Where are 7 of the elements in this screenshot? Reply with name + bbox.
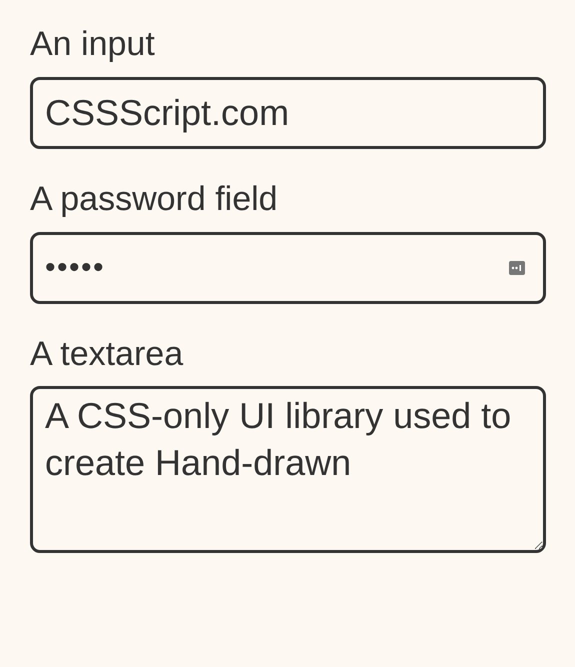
password-key-icon[interactable] xyxy=(508,260,526,276)
text-input[interactable]: CSSScript.com xyxy=(30,76,546,149)
field-label: An input xyxy=(30,24,156,65)
password-input[interactable]: ••••• xyxy=(30,232,546,304)
field-label: A password field xyxy=(30,178,279,220)
textarea-field[interactable]: A CSS-only UI library used to create Hand-drawn xyxy=(30,386,546,554)
field-label: A textarea xyxy=(30,334,184,374)
